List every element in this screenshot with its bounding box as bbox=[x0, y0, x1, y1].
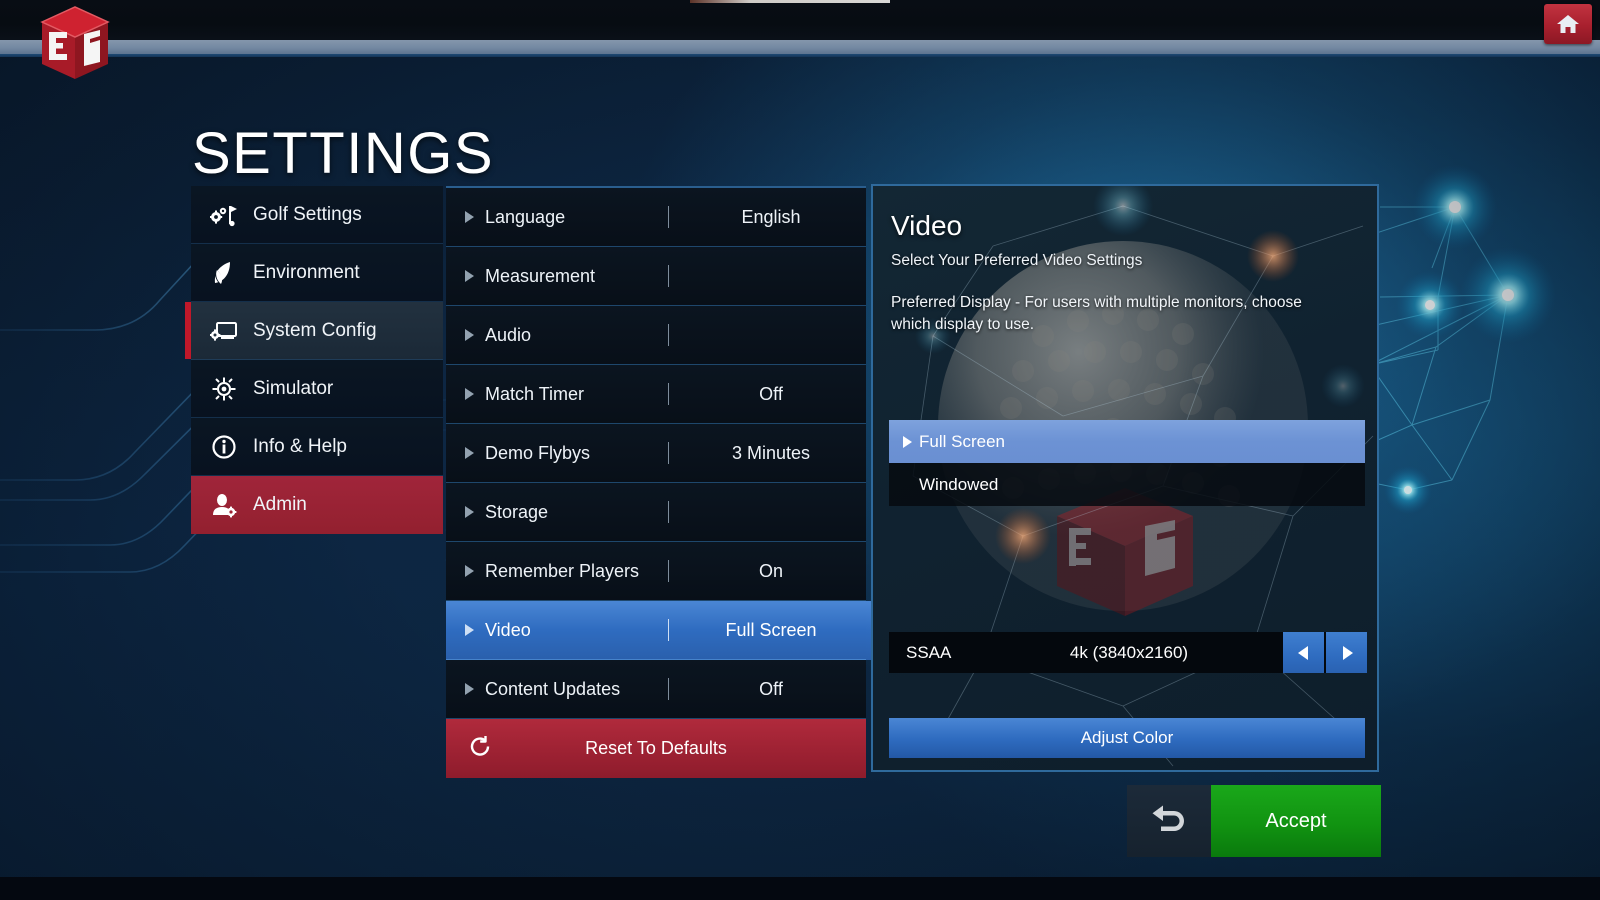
settings-row-value: 3 Minutes bbox=[731, 442, 811, 463]
settings-row-value: Off bbox=[759, 678, 783, 699]
chevron-right-icon bbox=[465, 447, 474, 459]
undo-arrow-icon bbox=[1152, 805, 1184, 831]
settings-row-storage[interactable]: Storage bbox=[446, 483, 866, 542]
settings-row-content-updates[interactable]: Content Updates Off bbox=[446, 660, 866, 719]
row-divider bbox=[668, 678, 669, 700]
sidebar-item-label: Golf Settings bbox=[253, 203, 362, 225]
settings-row-value: On bbox=[758, 560, 783, 581]
settings-list: Language English Measurement Audio Match… bbox=[446, 186, 892, 778]
panel-subtitle: Select Your Preferred Video Settings bbox=[891, 252, 1143, 269]
reset-label: Reset To Defaults bbox=[585, 738, 727, 758]
refresh-icon bbox=[468, 734, 492, 763]
chevron-right-icon bbox=[465, 329, 474, 341]
back-button[interactable] bbox=[1127, 785, 1211, 857]
home-button[interactable] bbox=[1544, 4, 1592, 44]
video-detail-panel: Video Select Your Preferred Video Settin… bbox=[871, 184, 1379, 772]
top-bar-accent-strip-shadow bbox=[0, 54, 1600, 57]
settings-row-label: Measurement bbox=[485, 265, 596, 286]
settings-row-video[interactable]: Video Full Screen bbox=[446, 601, 892, 660]
leaf-icon bbox=[209, 258, 239, 288]
chevron-right-icon bbox=[465, 506, 474, 518]
panel-title: Video bbox=[891, 210, 963, 241]
sidebar-item-simulator[interactable]: Simulator bbox=[191, 360, 443, 418]
chevron-right-icon bbox=[465, 270, 474, 282]
sidebar-item-label: Environment bbox=[253, 261, 360, 283]
top-bar bbox=[0, 0, 1600, 40]
sidebar-item-label: System Config bbox=[253, 319, 377, 341]
settings-row-remember-players[interactable]: Remember Players On bbox=[446, 542, 866, 601]
accept-label: Accept bbox=[1265, 809, 1327, 832]
golf-flag-gear-icon bbox=[209, 200, 239, 230]
settings-row-value: Off bbox=[759, 383, 783, 404]
reset-to-defaults-button[interactable]: Reset To Defaults bbox=[446, 719, 866, 778]
top-bar-glint bbox=[690, 0, 890, 3]
bottom-letterbox bbox=[0, 877, 1600, 900]
page-title: SETTINGS bbox=[192, 121, 495, 186]
row-divider bbox=[668, 383, 669, 405]
settings-row-measurement[interactable]: Measurement bbox=[446, 247, 866, 306]
sidebar-item-system-config[interactable]: System Config bbox=[185, 302, 443, 360]
sidebar-item-info-help[interactable]: Info & Help bbox=[191, 418, 443, 476]
chevron-right-icon bbox=[465, 388, 474, 400]
settings-row-demo-flybys[interactable]: Demo Flybys 3 Minutes bbox=[446, 424, 866, 483]
row-divider bbox=[668, 442, 669, 464]
panel-description: Preferred Display - For users with multi… bbox=[891, 294, 1302, 333]
sidebar-item-admin[interactable]: Admin bbox=[191, 476, 443, 534]
row-divider bbox=[668, 324, 669, 346]
row-divider bbox=[668, 265, 669, 287]
row-divider bbox=[668, 501, 669, 523]
settings-row-language[interactable]: Language English bbox=[446, 188, 866, 247]
settings-row-label: Match Timer bbox=[485, 383, 585, 404]
accept-button[interactable]: Accept bbox=[1211, 785, 1381, 857]
chevron-right-icon bbox=[465, 565, 474, 577]
row-divider bbox=[668, 206, 669, 228]
settings-row-label: Content Updates bbox=[485, 678, 621, 699]
settings-row-label: Video bbox=[485, 619, 531, 640]
info-circle-icon bbox=[209, 432, 239, 462]
sidebar-item-golf-settings[interactable]: Golf Settings bbox=[191, 186, 443, 244]
settings-row-label: Storage bbox=[485, 501, 549, 522]
user-gear-icon bbox=[209, 490, 239, 520]
settings-row-label: Demo Flybys bbox=[485, 442, 591, 463]
settings-row-value: English bbox=[741, 206, 801, 227]
chevron-right-icon bbox=[465, 624, 474, 636]
settings-row-label: Language bbox=[485, 206, 566, 227]
sidebar-nav: Golf Settings Environment System Config … bbox=[185, 186, 443, 534]
settings-row-label: Remember Players bbox=[485, 560, 640, 581]
crosshair-target-icon bbox=[209, 374, 239, 404]
chevron-right-icon bbox=[465, 683, 474, 695]
home-icon bbox=[1557, 15, 1579, 33]
settings-row-audio[interactable]: Audio bbox=[446, 306, 866, 365]
top-bar-accent-strip bbox=[0, 40, 1600, 54]
row-divider bbox=[668, 560, 669, 582]
monitor-gear-icon bbox=[209, 316, 239, 346]
chevron-right-icon bbox=[465, 211, 474, 223]
settings-screen: SETTINGS Golf Settings Environment Syste… bbox=[0, 0, 1600, 900]
sidebar-item-environment[interactable]: Environment bbox=[191, 244, 443, 302]
row-divider bbox=[668, 619, 669, 641]
sidebar-item-label: Info & Help bbox=[253, 435, 347, 457]
app-logo bbox=[30, 4, 120, 82]
settings-row-match-timer[interactable]: Match Timer Off bbox=[446, 365, 866, 424]
sidebar-item-label: Simulator bbox=[253, 377, 334, 399]
settings-row-value: Full Screen bbox=[725, 619, 817, 640]
sidebar-item-label: Admin bbox=[253, 494, 307, 515]
settings-row-label: Audio bbox=[485, 324, 532, 345]
